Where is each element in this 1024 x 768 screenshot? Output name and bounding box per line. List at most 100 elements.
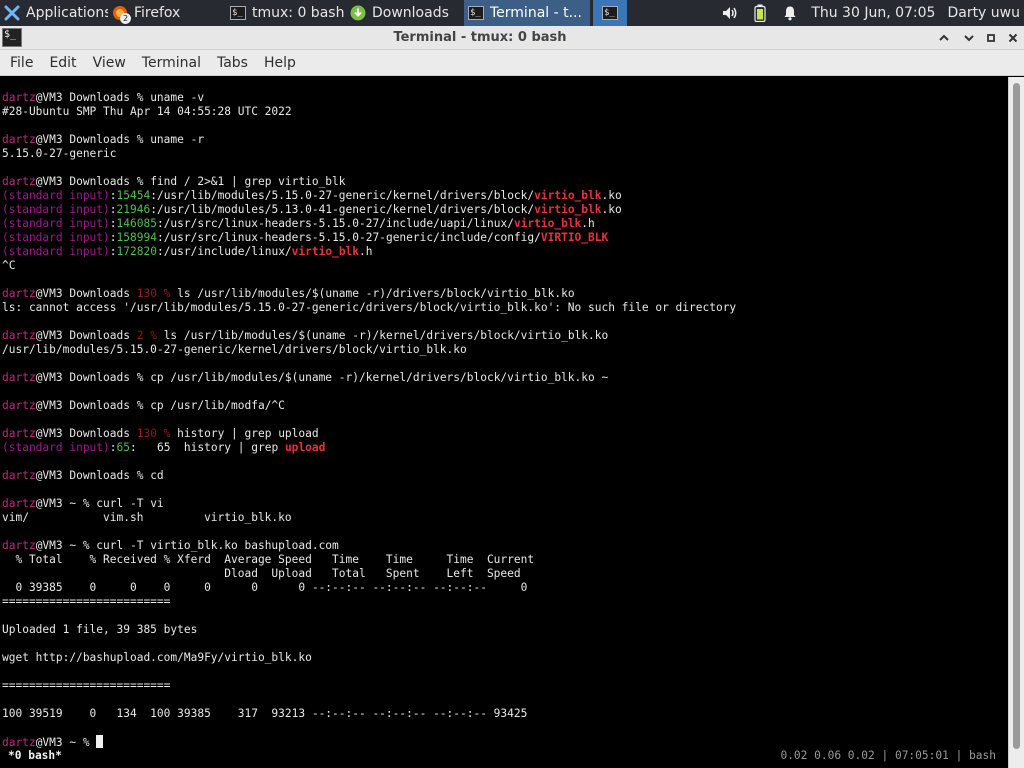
download-icon	[350, 5, 366, 21]
menu-view[interactable]: View	[85, 50, 134, 76]
terminal-text-segment: dartz	[2, 329, 36, 342]
terminal-line: #28-Ubuntu SMP Thu Apr 14 04:55:28 UTC 2…	[2, 105, 1002, 119]
terminal-text-segment: dartz	[2, 91, 36, 104]
taskbar-item-terminal-active[interactable]: $_	[593, 0, 627, 26]
terminal-text-segment: @VM3 Downloads % cd	[35, 469, 164, 482]
terminal-scrollbar[interactable]	[1008, 77, 1024, 768]
terminal-text-segment: .ko	[601, 203, 622, 216]
window-titlebar[interactable]: $_ Terminal - tmux: 0 bash	[0, 26, 1024, 50]
terminal-line: (standard input):15454:/usr/lib/modules/…	[2, 189, 1002, 203]
terminal-text-segment: @VM3 Downloads % find / 2>&1 | grep virt…	[35, 175, 346, 188]
terminal-line: =========================	[2, 595, 1002, 609]
system-tray: Thu 30 Jun, 07:05 Darty uwu	[721, 4, 1024, 22]
terminal-text-segment: 15454	[116, 189, 151, 202]
terminal-text-segment: virtio_blk	[513, 217, 582, 230]
terminal-text-segment: :/usr/src/linux-headers-5.15.0-27-generi…	[156, 231, 541, 244]
terminal-text-segment: 158994	[116, 231, 157, 244]
menu-edit[interactable]: Edit	[41, 50, 84, 76]
terminal-line: ^C	[2, 259, 1002, 273]
terminal-text-segment: :	[109, 189, 117, 202]
terminal-text-segment: =========================	[2, 679, 171, 692]
terminal-text-segment: Dload Upload Total Spent Left Speed	[2, 567, 521, 580]
minimize-icon[interactable]	[960, 29, 978, 47]
terminal-text-segment: (standard input)	[2, 231, 110, 244]
terminal-text-segment: :/usr/lib/modules/5.15.0-27-generic/kern…	[150, 189, 535, 202]
close-icon[interactable]	[1004, 29, 1022, 47]
terminal-line: dartz@VM3 ~ % curl -T virtio_blk.ko bash…	[2, 539, 1002, 553]
terminal-line: dartz@VM3 Downloads % uname -r	[2, 133, 1002, 147]
terminal-text-segment: ls: cannot access '/usr/lib/modules/5.15…	[2, 301, 737, 314]
menu-help[interactable]: Help	[256, 50, 304, 76]
terminal-text-segment: dartz	[2, 427, 36, 440]
terminal-line: wget http://bashupload.com/Ma9Fy/virtio_…	[2, 651, 1002, 665]
terminal-text-segment: 130 %	[136, 287, 171, 300]
taskbar-item-terminal[interactable]: $_ Terminal - t...	[464, 0, 590, 26]
menu-bar: File Edit View Terminal Tabs Help	[0, 50, 1024, 76]
terminal-line: 5.15.0-27-generic	[2, 147, 1002, 161]
terminal-text-segment: 65	[116, 441, 131, 454]
terminal-line: /usr/lib/modules/5.15.0-27-generic/kerne…	[2, 343, 1002, 357]
taskbar-item-downloads[interactable]: Downloads	[346, 0, 464, 26]
terminal-text-segment: @VM3 Downloads % cp /usr/lib/modules/$(u…	[35, 371, 609, 384]
terminal-text-segment: wget http://bashupload.com/Ma9Fy/virtio_…	[2, 651, 312, 664]
terminal-text-segment: @VM3 Downloads % cp /usr/lib/modfa/^C	[35, 399, 285, 412]
tmux-window-indicator[interactable]: *0 bash*	[8, 749, 62, 763]
tmux-status-bar: *0 bash* 0.02 0.06 0.02 | 07:05:01 | bas…	[0, 749, 1008, 763]
terminal-text-segment: .h	[581, 217, 595, 230]
terminal-line: dartz@VM3 Downloads 2 % ls /usr/lib/modu…	[2, 329, 1002, 343]
terminal-lines: dartz@VM3 Downloads % uname -v #28-Ubuntu…	[2, 91, 1002, 749]
terminal-text-segment: #28-Ubuntu SMP Thu Apr 14 04:55:28 UTC 2…	[2, 105, 292, 118]
scrollbar-thumb[interactable]	[1013, 83, 1020, 749]
terminal-text-segment: virtio_blk	[534, 189, 602, 202]
terminal-line: dartz@VM3 Downloads % cp /usr/lib/modfa/…	[2, 399, 1002, 413]
taskbar-item-firefox[interactable]: 2 Firefox	[108, 0, 226, 26]
terminal-output[interactable]: dartz@VM3 Downloads % uname -v #28-Ubuntu…	[0, 77, 1008, 768]
maximize-icon[interactable]	[982, 29, 1000, 47]
terminal-text-segment: (standard input)	[2, 203, 110, 216]
terminal-line: ls: cannot access '/usr/lib/modules/5.15…	[2, 301, 1002, 315]
terminal-line: (standard input):172820:/usr/include/lin…	[2, 245, 1002, 259]
terminal-line: 100 39519 0 134 100 39385 317 93213 --:-…	[2, 707, 1002, 721]
terminal-text-segment: @VM3 Downloads	[35, 287, 137, 300]
applications-menu-button[interactable]: Applications	[0, 0, 108, 26]
terminal-text-segment: :	[109, 441, 117, 454]
terminal-text-segment: .h	[359, 245, 373, 258]
terminal-line: dartz@VM3 Downloads % find / 2>&1 | grep…	[2, 175, 1002, 189]
taskbar-item-tmux[interactable]: $_ tmux: 0 bash	[226, 0, 346, 26]
roll-up-icon[interactable]	[935, 29, 953, 47]
terminal-text-segment: (standard input)	[2, 245, 110, 258]
terminal-text-segment: dartz	[2, 497, 36, 510]
taskbar-label: Terminal - t...	[490, 5, 582, 21]
user-name[interactable]: Darty uwu	[947, 5, 1020, 21]
menu-tabs[interactable]: Tabs	[209, 50, 256, 76]
terminal-text-segment: dartz	[2, 133, 36, 146]
menu-file[interactable]: File	[2, 50, 41, 76]
terminal-line: dartz@VM3 Downloads % cd	[2, 469, 1002, 483]
taskbar-label: Downloads	[372, 5, 449, 21]
terminal-icon: $_	[230, 5, 246, 21]
xfce-logo-icon	[4, 5, 20, 21]
terminal-text-segment: vim/ vim.sh virtio_blk.ko	[2, 511, 292, 524]
terminal-text-segment: (standard input)	[2, 217, 110, 230]
terminal-line: dartz@VM3 Downloads % cp /usr/lib/module…	[2, 371, 1002, 385]
terminal-text-segment: dartz	[2, 399, 36, 412]
terminal-text-segment: virtio_blk	[534, 203, 602, 216]
terminal-text-segment: :	[109, 203, 117, 216]
terminal-line: % Total % Received % Xferd Average Speed…	[2, 553, 1002, 567]
notification-bell-icon[interactable]	[781, 4, 799, 22]
terminal-text-segment: @VM3 Downloads % uname -v	[35, 91, 205, 104]
terminal-line: dartz@VM3 Downloads 130 % ls /usr/lib/mo…	[2, 287, 1002, 301]
volume-icon[interactable]	[721, 4, 739, 22]
menu-terminal[interactable]: Terminal	[134, 50, 209, 76]
clock[interactable]: Thu 30 Jun, 07:05	[811, 5, 935, 21]
taskbar-label: Firefox	[134, 5, 181, 21]
battery-icon[interactable]	[751, 4, 769, 22]
